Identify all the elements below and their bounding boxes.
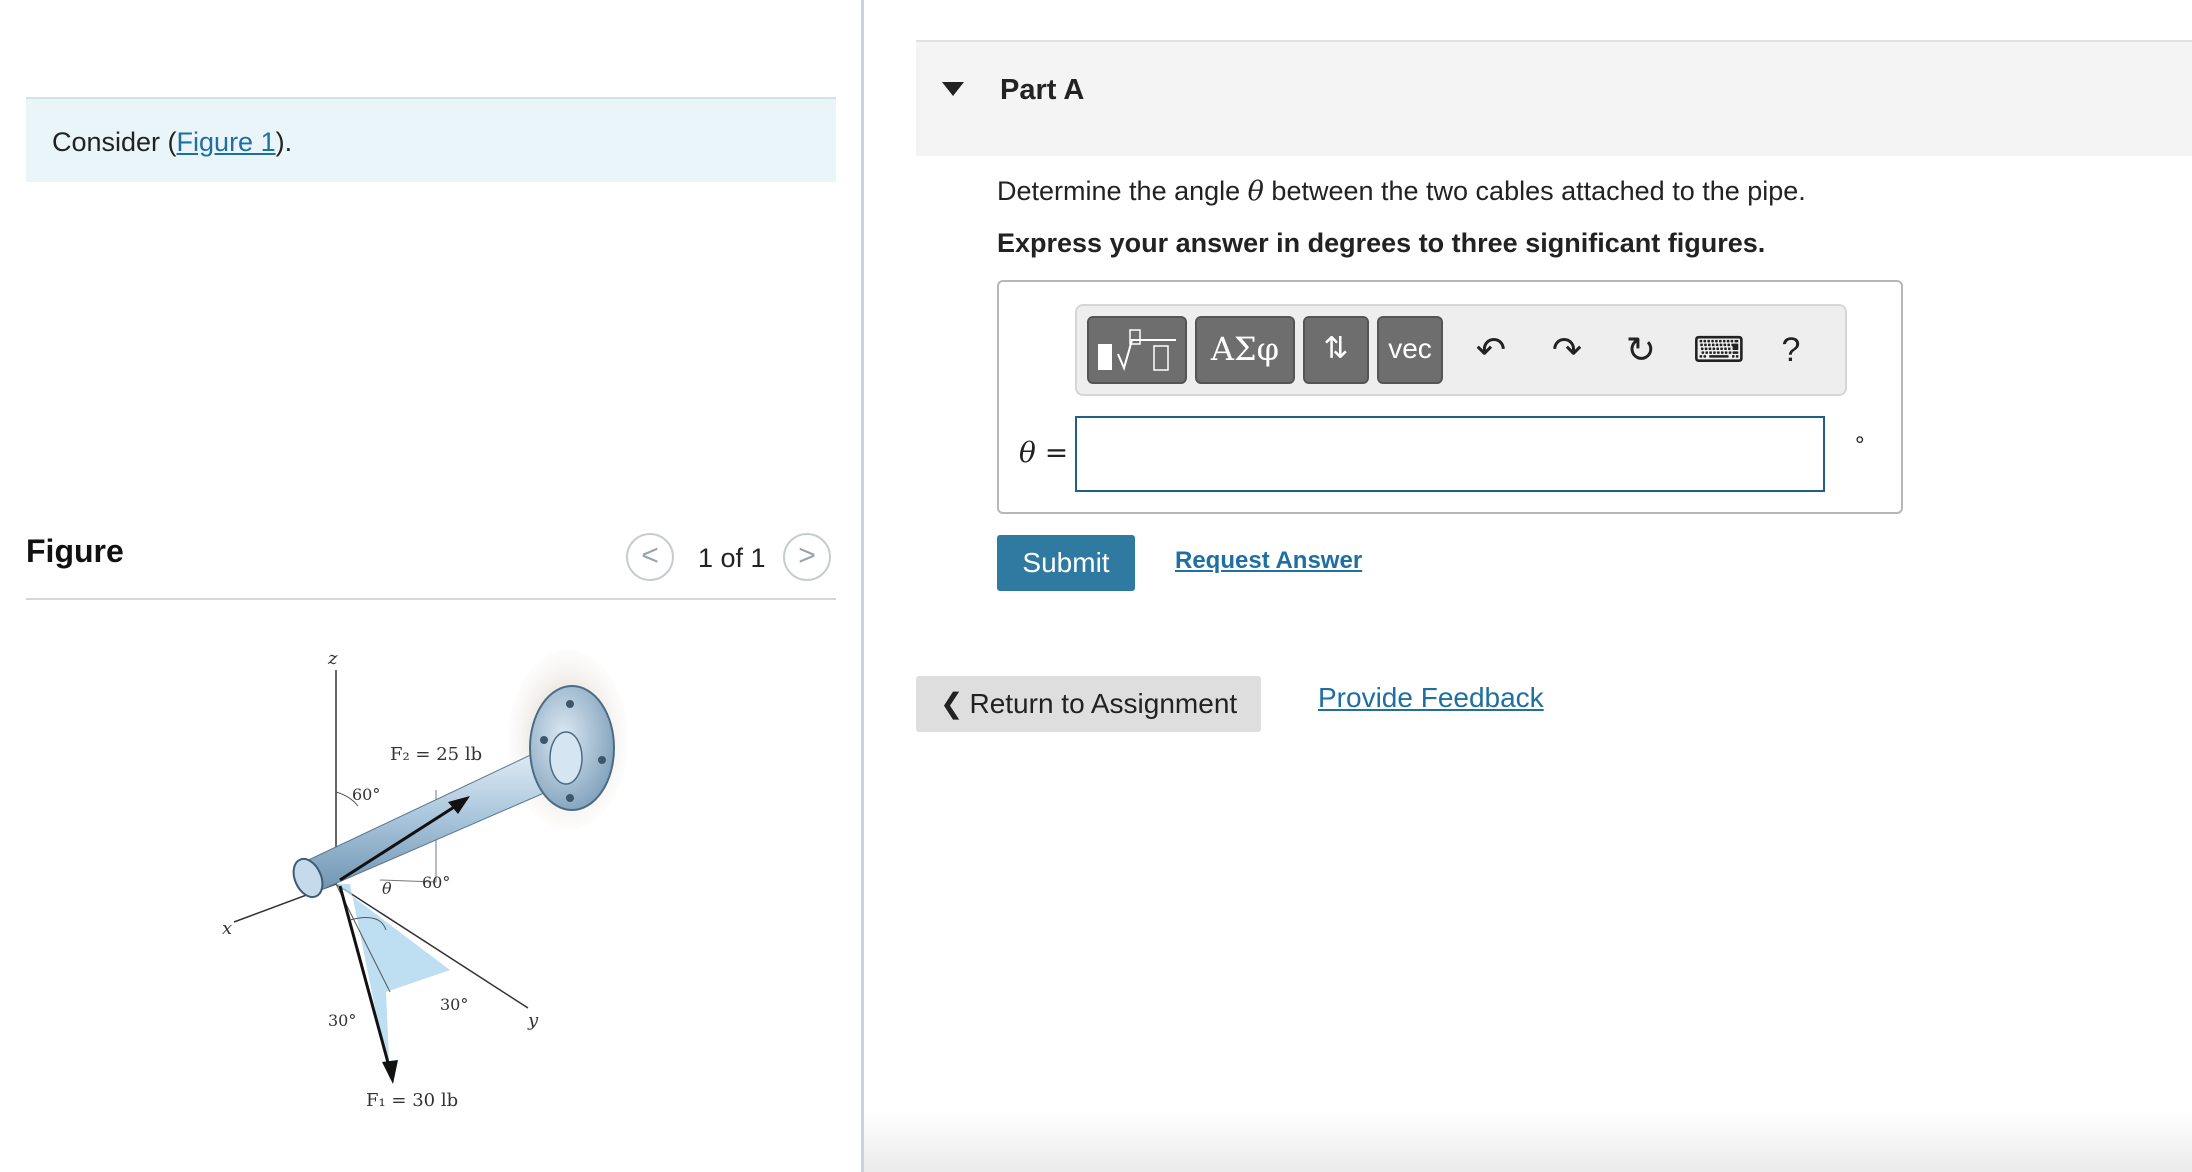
request-answer-link[interactable]: Request Answer bbox=[1175, 547, 1362, 575]
intro-prefix: Consider ( bbox=[52, 127, 177, 157]
question-prefix: Determine the angle bbox=[997, 176, 1248, 206]
next-figure-button[interactable]: > bbox=[783, 533, 831, 581]
angle-30-right-label: 30° bbox=[440, 995, 468, 1014]
greek-symbols-button[interactable]: ΑΣφ bbox=[1195, 316, 1295, 384]
x-axis-label: x bbox=[222, 918, 232, 939]
keyboard-icon[interactable]: ⌨ bbox=[1691, 320, 1747, 380]
answer-input[interactable] bbox=[1075, 416, 1825, 492]
intro-text: Consider (Figure 1). bbox=[52, 127, 292, 158]
help-button[interactable]: ? bbox=[1763, 320, 1819, 380]
undo-icon[interactable]: ↶ bbox=[1463, 320, 1519, 380]
collapse-caret-icon[interactable] bbox=[942, 82, 964, 96]
part-header[interactable]: Part A bbox=[916, 40, 2192, 156]
return-to-assignment-button[interactable]: ❮ Return to Assignment bbox=[916, 676, 1261, 732]
variable-label: θ = bbox=[1019, 436, 1068, 469]
force-f2-label: F₂ = 25 lb bbox=[390, 744, 482, 765]
templates-icon bbox=[1098, 329, 1176, 371]
force-f1-arrowhead bbox=[382, 1060, 398, 1084]
figure-title: Figure bbox=[26, 533, 124, 569]
answer-instruction: Express your answer in degrees to three … bbox=[997, 228, 1766, 258]
intro-box: Consider (Figure 1). bbox=[26, 97, 836, 182]
chevron-right-icon: > bbox=[798, 539, 816, 572]
force-f1-label: F₁ = 30 lb bbox=[366, 1090, 458, 1111]
bolt bbox=[598, 756, 606, 764]
arrows-button[interactable]: ⇅ bbox=[1303, 316, 1369, 384]
chevron-left-icon: ❮ bbox=[940, 688, 964, 719]
figure-pager: < 1 of 1 > bbox=[626, 533, 836, 583]
figure-divider bbox=[26, 598, 836, 600]
provide-feedback-link[interactable]: Provide Feedback bbox=[1318, 682, 1544, 714]
unit-label: ° bbox=[1855, 432, 1865, 459]
reset-icon[interactable]: ↻ bbox=[1613, 320, 1669, 380]
vector-button[interactable]: vec bbox=[1377, 316, 1443, 384]
left-pane: Consider (Figure 1). Figure < 1 of 1 > z… bbox=[0, 0, 862, 1172]
bolt bbox=[540, 736, 548, 744]
question-theta: θ bbox=[1247, 176, 1264, 207]
force-plane bbox=[336, 884, 450, 1082]
templates-button[interactable] bbox=[1087, 316, 1187, 384]
angle-60-mid-label: 60° bbox=[422, 873, 450, 892]
pager-count: 1 of 1 bbox=[698, 543, 766, 573]
y-axis-label: y bbox=[527, 1010, 539, 1031]
pipe-figure: z x y F₂ = 25 lb F₁ = 30 lb 60° 60° θ 30… bbox=[222, 648, 628, 1111]
math-toolbar: ΑΣφ ⇅ vec ↶ ↷ ↻ ⌨ ? bbox=[1075, 304, 1847, 396]
bolt bbox=[566, 700, 574, 708]
submit-button[interactable]: Submit bbox=[997, 535, 1135, 591]
theta-label: θ bbox=[382, 879, 392, 898]
angle-60-top-label: 60° bbox=[352, 785, 380, 804]
bolt bbox=[566, 794, 574, 802]
angle-30-left-label: 30° bbox=[328, 1011, 356, 1030]
question-suffix: between the two cables attached to the p… bbox=[1263, 176, 1806, 206]
question-text: Determine the angle θ between the two ca… bbox=[997, 176, 1806, 207]
redo-icon[interactable]: ↷ bbox=[1539, 320, 1595, 380]
variable-symbol: θ = bbox=[1019, 436, 1069, 469]
bottom-shade bbox=[864, 1110, 2192, 1172]
return-label: Return to Assignment bbox=[969, 688, 1238, 719]
previous-figure-button[interactable]: < bbox=[626, 533, 674, 581]
part-title: Part A bbox=[1000, 74, 1085, 106]
figure-link[interactable]: Figure 1 bbox=[177, 127, 276, 157]
z-axis-label: z bbox=[327, 648, 338, 669]
answer-box: ΑΣφ ⇅ vec ↶ ↷ ↻ ⌨ ? θ = ° bbox=[997, 280, 1903, 514]
intro-suffix: ). bbox=[275, 127, 293, 157]
chevron-left-icon: < bbox=[641, 539, 659, 572]
flange-hub bbox=[549, 731, 583, 785]
pane-divider[interactable] bbox=[861, 0, 864, 1172]
